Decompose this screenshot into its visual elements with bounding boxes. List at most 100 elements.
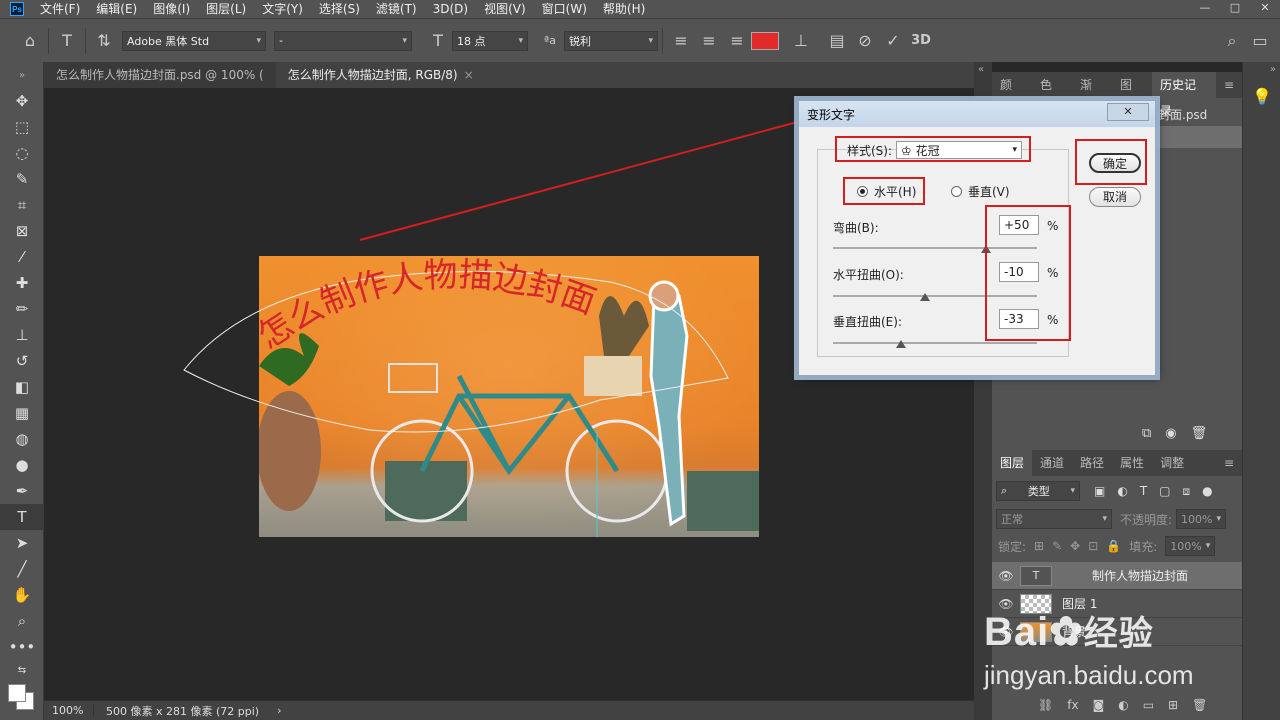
dodge-tool-icon[interactable]: ●	[0, 452, 44, 478]
blend-mode-select[interactable]: 正常 ▾	[996, 509, 1112, 529]
lock-position-icon[interactable]: ✥	[1070, 539, 1080, 553]
path-select-tool-icon[interactable]: ➤	[0, 530, 44, 556]
foreground-color[interactable]	[8, 684, 26, 702]
font-size-select[interactable]: 18 点 ▾	[452, 30, 528, 51]
menu-image[interactable]: 图像(I)	[145, 0, 198, 18]
panels-icon[interactable]: ▤	[823, 27, 851, 55]
fill-field[interactable]: 100% ▾	[1165, 536, 1216, 556]
history-brush-tool-icon[interactable]: ↺	[0, 348, 44, 374]
eraser-tool-icon[interactable]: ◧	[0, 374, 44, 400]
layer-row-text[interactable]: 👁 T 制作人物描边封面	[992, 562, 1242, 590]
gradient-tool-icon[interactable]: ▦	[0, 400, 44, 426]
text-color-button[interactable]	[751, 27, 779, 55]
tab-layers[interactable]: 图层	[992, 450, 1033, 476]
learn-icon[interactable]: 💡	[1243, 81, 1280, 111]
image-filter-icon[interactable]: ▣	[1094, 484, 1105, 499]
tab-gradients[interactable]: 渐变	[1072, 72, 1112, 118]
document-tab-2[interactable]: 怎么制作人物描边封面, RGB/8) ×	[276, 62, 486, 88]
menu-window[interactable]: 窗口(W)	[534, 0, 595, 18]
tab-swatches[interactable]: 色板	[1032, 72, 1072, 118]
more-tools-icon[interactable]: •••	[0, 634, 44, 660]
tab-channels[interactable]: 通道	[1032, 450, 1072, 476]
lock-artboard-icon[interactable]: ⊡	[1088, 539, 1098, 553]
toggle-text-orientation-icon[interactable]: ⇅	[90, 27, 118, 55]
minimize-button[interactable]: —	[1190, 0, 1220, 14]
trash-icon[interactable]: 🗑	[1192, 698, 1207, 712]
marquee-tool-icon[interactable]: ⬚	[0, 114, 44, 140]
lock-pixels-icon[interactable]: ✎	[1052, 539, 1062, 553]
zoom-tool-icon[interactable]: ⌕	[0, 608, 44, 634]
menu-filter[interactable]: 滤镜(T)	[368, 0, 425, 18]
shape-filter-icon[interactable]: ▢	[1159, 484, 1170, 499]
menu-type[interactable]: 文字(Y)	[254, 0, 311, 18]
align-left-icon[interactable]: ≡	[667, 27, 695, 55]
close-window-button[interactable]: ✕	[1250, 0, 1280, 14]
crop-tool-icon[interactable]: ⌗	[0, 192, 44, 218]
new-layer-icon[interactable]: ⊞	[1168, 698, 1178, 712]
camera-icon[interactable]: ◉	[1165, 426, 1176, 441]
smart-filter-icon[interactable]: ⧈	[1183, 484, 1191, 499]
frame-tool-icon[interactable]: ⊠	[0, 218, 44, 244]
eyedropper-tool-icon[interactable]: ⁄	[0, 244, 44, 270]
maximize-button[interactable]: □	[1220, 0, 1250, 14]
menu-select[interactable]: 选择(S)	[311, 0, 368, 18]
layer-style-icon[interactable]: fx	[1067, 698, 1078, 712]
expand-panels-icon[interactable]: «	[974, 62, 992, 77]
align-right-icon[interactable]: ≡	[723, 27, 751, 55]
commit-icon[interactable]: ✓	[879, 27, 907, 55]
tab-patterns[interactable]: 图案	[1112, 72, 1152, 118]
search-icon[interactable]: ⌕	[1218, 27, 1246, 55]
lock-transparent-icon[interactable]: ⊞	[1034, 539, 1044, 553]
menu-view[interactable]: 视图(V)	[476, 0, 534, 18]
new-document-from-state-icon[interactable]: ⧉	[1142, 426, 1151, 441]
status-menu-arrow[interactable]: ›	[277, 704, 281, 717]
mask-icon[interactable]: ◙	[1093, 698, 1105, 712]
quick-select-tool-icon[interactable]: ✎	[0, 166, 44, 192]
zoom-level[interactable]: 100%	[44, 704, 94, 717]
move-tool-icon[interactable]: ✥	[0, 88, 44, 114]
tab-color[interactable]: 颜色	[992, 72, 1032, 118]
menu-edit[interactable]: 编辑(E)	[88, 0, 145, 18]
tab-paths[interactable]: 路径	[1072, 450, 1112, 476]
radio-vertical[interactable]	[951, 186, 962, 197]
tab-adjustments[interactable]: 调整	[1152, 450, 1192, 476]
vdist-slider-thumb[interactable]	[896, 340, 907, 348]
layer-filter-select[interactable]: ⌕ 类型 ▾	[996, 481, 1080, 501]
stamp-tool-icon[interactable]: ⊥	[0, 322, 44, 348]
opacity-field[interactable]: 100% ▾	[1176, 509, 1227, 529]
hdist-slider-thumb[interactable]	[919, 293, 930, 301]
menu-file[interactable]: 文件(F)	[32, 0, 88, 18]
cancel-button[interactable]: 取消	[1089, 187, 1141, 207]
document-image[interactable]	[259, 256, 759, 537]
tab-properties[interactable]: 属性	[1112, 450, 1152, 476]
trash-icon[interactable]: 🗑	[1191, 426, 1208, 441]
home-icon[interactable]: ⌂	[16, 27, 44, 55]
document-tab-1[interactable]: 怎么制作人物描边封面.psd @ 100% (	[44, 62, 276, 88]
collapse-toolbar-icon[interactable]: »	[0, 62, 44, 88]
group-icon[interactable]: ▭	[1143, 698, 1154, 712]
vertical-radio[interactable]: 垂直(V)	[951, 183, 1010, 200]
align-center-icon[interactable]: ≡	[695, 27, 723, 55]
blur-tool-icon[interactable]: ◍	[0, 426, 44, 452]
brush-tool-icon[interactable]: ✏	[0, 296, 44, 322]
menu-help[interactable]: 帮助(H)	[595, 0, 653, 18]
color-swatches[interactable]	[0, 680, 44, 714]
healing-tool-icon[interactable]: ✚	[0, 270, 44, 296]
workspace-icon[interactable]: ▭	[1246, 27, 1274, 55]
close-dialog-button[interactable]: ✕	[1107, 103, 1149, 121]
font-style-select[interactable]: - ▾	[274, 30, 412, 51]
vdist-slider[interactable]	[833, 342, 1037, 344]
close-tab-icon[interactable]: ×	[464, 68, 474, 82]
menu-3d[interactable]: 3D(D)	[425, 0, 476, 18]
tab-history[interactable]: 历史记录	[1151, 72, 1216, 118]
hand-tool-icon[interactable]: ✋	[0, 582, 44, 608]
adjustment-filter-icon[interactable]: ◐	[1117, 484, 1127, 499]
lock-all-icon[interactable]: 🔒	[1106, 539, 1121, 553]
swap-colors-icon[interactable]: ⇆	[0, 660, 44, 680]
panel-menu-icon[interactable]: ≡	[1216, 72, 1242, 98]
font-family-select[interactable]: Adobe 黑体 Std ▾	[122, 30, 266, 51]
link-layers-icon[interactable]: ⛓	[1038, 698, 1053, 712]
3d-button[interactable]: 3D	[907, 27, 935, 55]
adjustment-layer-icon[interactable]: ◐	[1118, 698, 1128, 712]
lasso-tool-icon[interactable]: ◌	[0, 140, 44, 166]
